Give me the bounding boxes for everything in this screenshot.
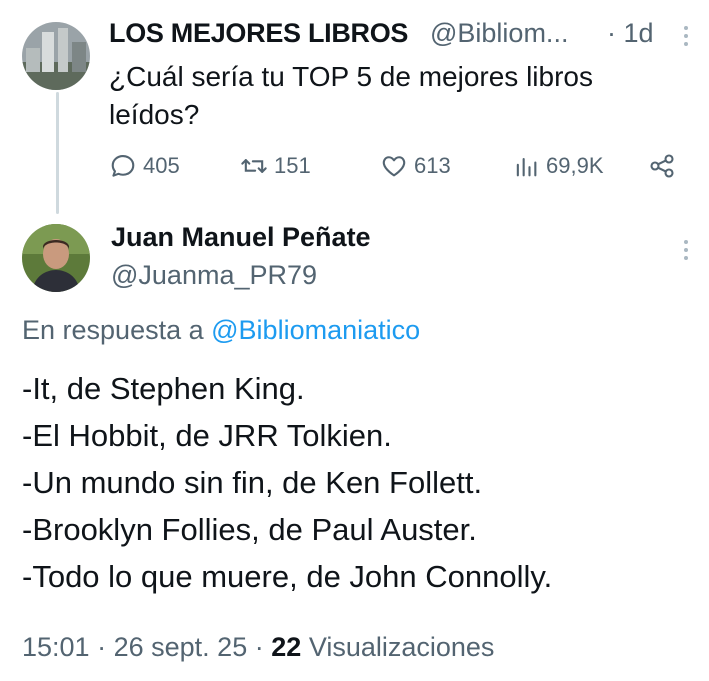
reply-avatar[interactable] [22,224,90,292]
parent-tweet-text: ¿Cuál sería tu TOP 5 de mejores libros l… [109,61,593,130]
tweet-date[interactable]: 26 sept. 25 [114,632,248,662]
reply-tweet-text: -It, de Stephen King. -El Hobbit, de JRR… [22,365,552,600]
share-icon [650,154,674,178]
parent-avatar[interactable] [22,22,90,90]
list-item: -It, de Stephen King. [22,371,305,406]
parent-timestamp[interactable]: · 1d [607,18,654,49]
list-item: -Un mundo sin fin, de Ken Follett. [22,465,483,500]
more-icon[interactable] [684,240,690,260]
reply-count: 405 [143,153,180,178]
list-item: -Todo lo que muere, de John Connolly. [22,559,553,594]
reply-author-handle[interactable]: @Juanma_PR79 [111,260,317,291]
share-button[interactable] [648,152,676,180]
reply-author-name[interactable]: Juan Manuel Peñate [111,222,371,253]
list-item: -El Hobbit, de JRR Tolkien. [22,418,392,453]
views-total: 22 [271,632,302,662]
reply-mention-link[interactable]: @Bibliomaniatico [211,315,420,345]
tweet-time[interactable]: 15:01 [22,632,90,662]
tweet-metadata: 15:01 · 26 sept. 25 · 22 Visualizaciones [22,632,494,663]
views-icon [516,157,537,177]
thread-line [56,92,59,214]
list-item: -Brooklyn Follies, de Paul Auster. [22,512,477,547]
parent-author-name[interactable]: LOS MEJORES LIBROS [109,18,408,49]
views-label: Visualizaciones [308,632,495,662]
parent-author-handle[interactable]: @Bibliom... [430,18,600,49]
reply-button[interactable]: 405 [109,152,180,180]
retweet-count: 151 [274,153,311,178]
like-count: 613 [414,153,451,178]
reply-icon [111,155,135,177]
views-count: 69,9K [546,153,604,178]
like-icon [382,156,406,177]
like-button[interactable]: 613 [380,152,451,180]
retweet-icon [241,159,267,173]
separator: · [254,632,264,662]
reply-prefix: En respuesta a [22,315,204,345]
reply-context: En respuesta a @Bibliomaniatico [22,315,420,346]
more-icon[interactable] [684,26,690,46]
separator: · [97,632,107,662]
retweet-button[interactable]: 151 [240,152,311,180]
views-button[interactable]: 69,9K [512,152,604,180]
